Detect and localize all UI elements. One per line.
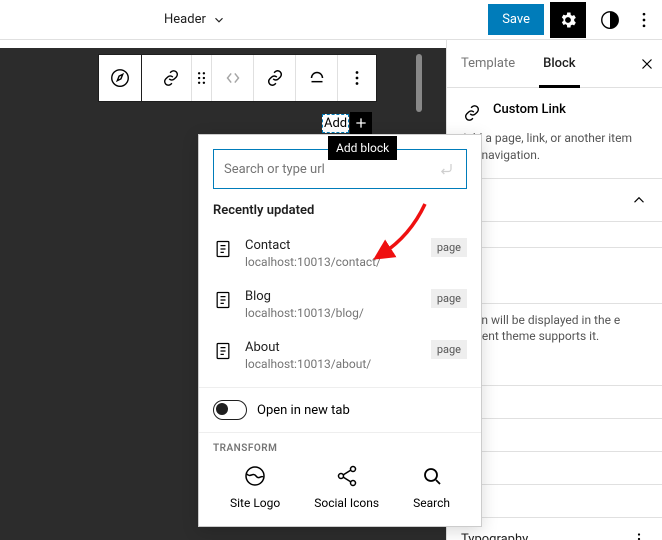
recent-title: Recently updated: [213, 203, 467, 218]
document-title-text: Header: [164, 12, 206, 27]
recent-item-contact[interactable]: Contact localhost:10013/contact/ page: [213, 228, 467, 279]
recent-item-name: Contact: [245, 238, 419, 253]
recent-section: Recently updated Contact localhost:10013…: [199, 203, 481, 387]
editor-canvas[interactable]: Add Add block Recently updated Contact: [0, 40, 446, 540]
close-sidebar-button[interactable]: [632, 40, 662, 87]
recent-item-name: Blog: [245, 289, 419, 304]
add-block-tooltip: Add block: [328, 136, 397, 160]
contrast-icon: [599, 9, 621, 31]
styles-button[interactable]: [592, 2, 628, 38]
transform-label: Social Icons: [314, 496, 379, 510]
link-group-icon: [160, 67, 182, 89]
open-new-tab-toggle[interactable]: [213, 400, 247, 420]
transform-search[interactable]: Search: [413, 464, 450, 510]
top-bar: Header Save: [0, 0, 662, 40]
chevrons-icon: [222, 67, 244, 89]
recent-item-about[interactable]: About localhost:10013/about/ page: [213, 330, 467, 381]
kebab-icon: [346, 67, 368, 89]
recent-item-url: localhost:10013/blog/: [245, 306, 419, 320]
toolbar-move[interactable]: [212, 55, 254, 101]
open-new-tab-row: Open in new tab: [199, 387, 481, 432]
search-icon: [420, 464, 444, 488]
site-logo-icon: [243, 464, 267, 488]
close-icon: [638, 55, 656, 73]
workspace: Add Add block Recently updated Contact: [0, 40, 662, 540]
panel-typography-label: Typography: [461, 532, 528, 540]
block-type-title: Custom Link: [493, 102, 566, 117]
toolbar-parent-link[interactable]: [150, 55, 192, 101]
tab-template[interactable]: Template: [447, 40, 529, 87]
block-type-description: Add a page, link, or another item our na…: [461, 130, 648, 164]
add-block-button[interactable]: [350, 112, 372, 134]
save-button[interactable]: Save: [488, 4, 544, 35]
transform-section: TRANSFORM Site Logo Social Icons Search: [199, 432, 481, 526]
page-icon: [213, 239, 233, 259]
recent-item-blog[interactable]: Blog localhost:10013/blog/ page: [213, 279, 467, 330]
transform-title: TRANSFORM: [213, 443, 467, 454]
chevron-up-icon: [630, 191, 648, 209]
block-toolbar: [98, 54, 377, 102]
settings-button[interactable]: [550, 2, 586, 38]
link-search-input[interactable]: [224, 162, 436, 177]
gear-icon: [558, 10, 578, 30]
add-block-label: Add: [322, 114, 349, 133]
recent-item-badge: page: [431, 289, 467, 308]
toolbar-block-type[interactable]: [98, 54, 142, 102]
kebab-icon: [630, 530, 648, 540]
page-icon: [213, 341, 233, 361]
toolbar-link[interactable]: [254, 55, 296, 101]
open-new-tab-label: Open in new tab: [257, 403, 350, 418]
recent-item-badge: page: [431, 238, 467, 257]
transform-site-logo[interactable]: Site Logo: [230, 464, 280, 510]
kebab-icon: [634, 10, 654, 30]
more-options-button[interactable]: [634, 2, 654, 38]
tab-block[interactable]: Block: [529, 40, 589, 87]
top-right-actions: Save: [488, 2, 654, 38]
drag-icon: [192, 67, 211, 89]
recent-item-badge: page: [431, 340, 467, 359]
share-icon: [335, 464, 359, 488]
chevron-down-icon: [212, 13, 226, 27]
recent-item-url: localhost:10013/contact/: [245, 255, 419, 269]
transform-social-icons[interactable]: Social Icons: [314, 464, 379, 510]
add-block-target: Add: [322, 112, 372, 134]
recent-item-name: About: [245, 340, 419, 355]
submenu-icon: [306, 67, 328, 89]
custom-link-icon: [461, 102, 483, 124]
canvas-scrollbar[interactable]: [416, 54, 422, 112]
link-popover: Recently updated Contact localhost:10013…: [198, 134, 482, 527]
toolbar-more[interactable]: [338, 55, 376, 101]
link-icon: [264, 67, 286, 89]
recent-item-url: localhost:10013/about/: [245, 357, 419, 371]
enter-icon: [436, 159, 456, 179]
plus-icon: [353, 115, 369, 131]
transform-label: Search: [413, 496, 450, 510]
toolbar-submenu[interactable]: [296, 55, 338, 101]
transform-label: Site Logo: [230, 496, 280, 510]
compass-icon: [109, 67, 131, 89]
toolbar-drag-handle[interactable]: [192, 55, 212, 101]
sidebar-tabs: Template Block: [447, 40, 662, 88]
document-title-dropdown[interactable]: Header: [164, 12, 226, 27]
page-icon: [213, 290, 233, 310]
